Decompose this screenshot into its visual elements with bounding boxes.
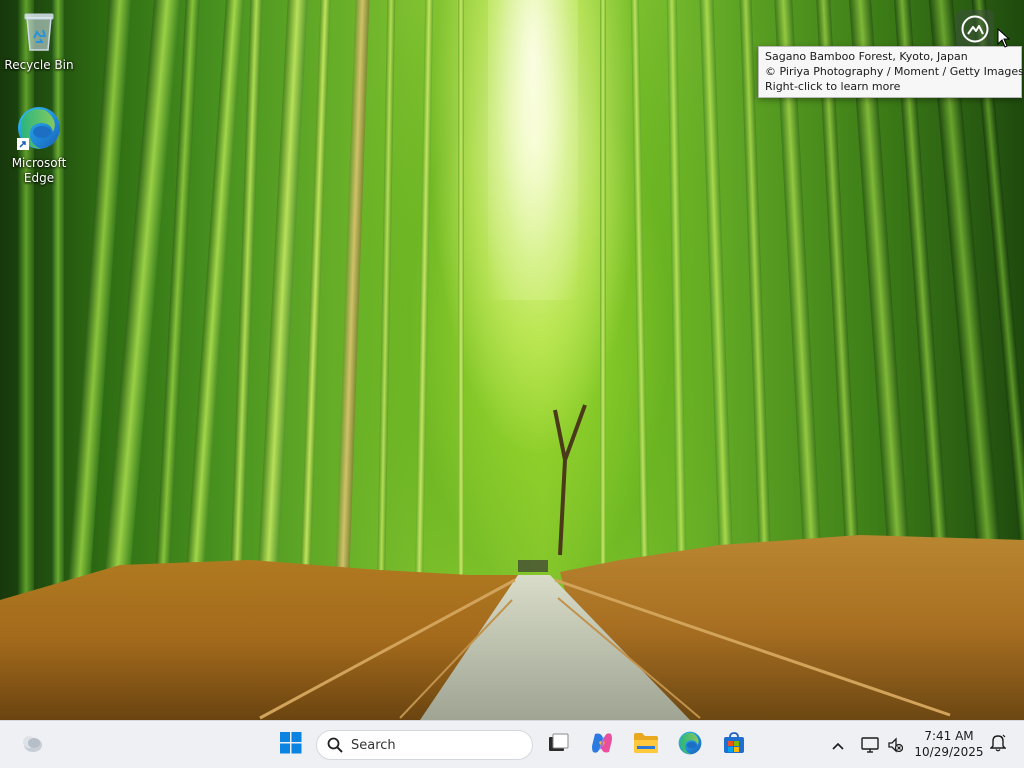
edge-taskbar-button[interactable]	[674, 721, 706, 769]
search-placeholder: Search	[351, 737, 396, 753]
task-view-button[interactable]	[542, 721, 574, 769]
widgets-button[interactable]	[14, 721, 50, 769]
chevron-up-icon	[831, 736, 845, 755]
folder-icon	[633, 731, 659, 759]
task-view-icon	[546, 731, 570, 759]
microsoft-store-button[interactable]	[718, 721, 750, 769]
spotlight-learn-more-icon	[960, 14, 990, 48]
tooltip-location: Sagano Bamboo Forest, Kyoto, Japan	[765, 50, 968, 63]
clock-time: 7:41 AM	[924, 729, 974, 743]
network-volume-button[interactable]	[856, 721, 908, 769]
mouse-cursor-icon	[997, 27, 1011, 52]
desktop-icon-label: Microsoft Edge	[11, 156, 67, 185]
taskbar-clock[interactable]: 7:41 AM 10/29/2025	[912, 728, 986, 760]
edge-icon	[15, 104, 63, 154]
start-button[interactable]	[274, 721, 308, 769]
copilot-button[interactable]	[586, 721, 618, 769]
file-explorer-button[interactable]	[630, 721, 662, 769]
tooltip-credit: © Piriya Photography / Moment / Getty Im…	[765, 65, 1024, 78]
desktop-icon-microsoft-edge[interactable]: Microsoft Edge	[1, 104, 77, 186]
desktop-icon-label: Recycle Bin	[4, 58, 74, 72]
path-and-grass	[0, 404, 1024, 720]
shortcut-arrow-icon	[17, 138, 29, 150]
taskbar: Search 7:41 AM 10/29/2025	[0, 720, 1024, 768]
desktop-wallpaper	[0, 0, 1024, 720]
weather-widget-icon	[20, 731, 44, 759]
network-icon	[861, 737, 879, 753]
taskbar-search[interactable]: Search	[316, 730, 533, 760]
spotlight-tooltip: Sagano Bamboo Forest, Kyoto, Japan © Pir…	[758, 46, 1024, 98]
show-hidden-icons-button[interactable]	[826, 721, 850, 769]
tooltip-hint: Right-click to learn more	[765, 80, 901, 93]
volume-muted-icon	[887, 737, 903, 753]
store-icon	[722, 731, 746, 759]
notification-center-button[interactable]	[986, 721, 1010, 769]
search-icon	[327, 737, 343, 753]
copilot-icon	[589, 730, 615, 760]
recycle-bin-icon	[1, 8, 77, 56]
edge-icon	[677, 730, 703, 760]
desktop-icon-recycle-bin[interactable]: Recycle Bin	[1, 8, 77, 73]
clock-date: 10/29/2025	[914, 745, 984, 759]
notification-bell-icon	[989, 734, 1007, 756]
windows-start-icon	[280, 732, 302, 758]
